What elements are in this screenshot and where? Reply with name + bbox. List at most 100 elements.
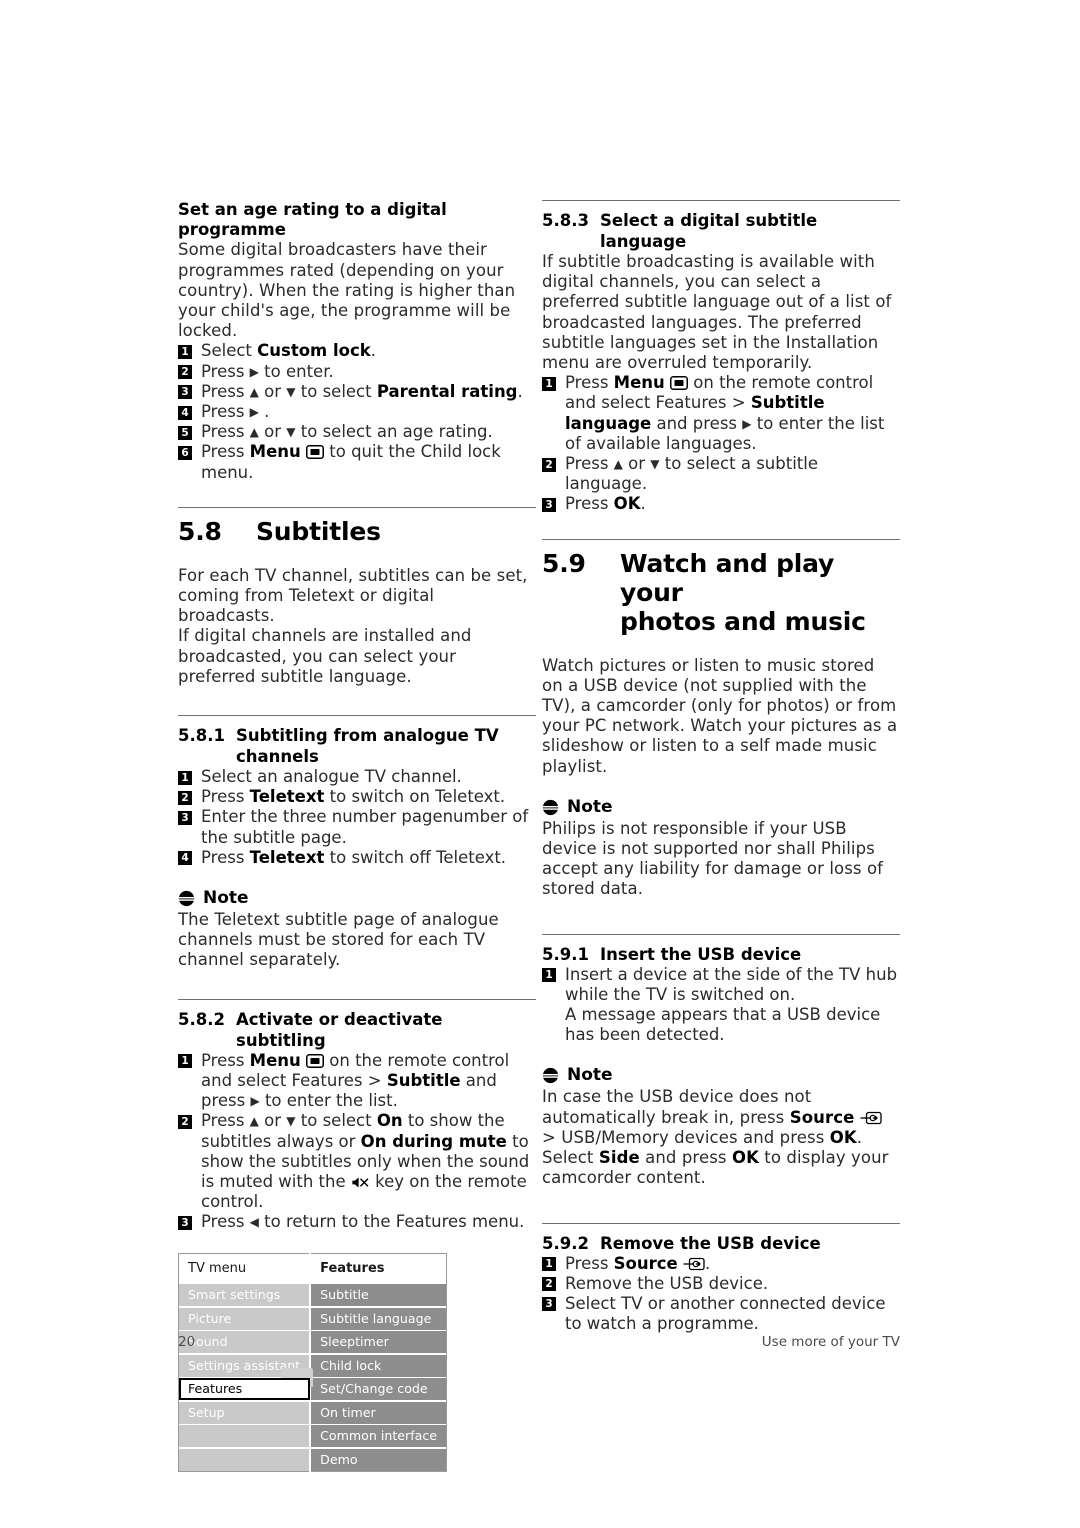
divider xyxy=(178,998,536,1000)
list-item: 1 Press Source . xyxy=(542,1254,900,1274)
list-item: 3 Press OK. xyxy=(542,494,900,514)
menu-item-common-interface[interactable]: Common interface xyxy=(310,1425,447,1448)
footer-chapter-label: Use more of your TV xyxy=(761,1334,900,1350)
step-number: 3 xyxy=(178,1215,192,1230)
menu-item-picture[interactable]: Picture xyxy=(178,1307,312,1330)
step-text-bold-ok: OK xyxy=(613,494,641,514)
list-item: 1 Insert a device at the side of the TV … xyxy=(542,965,900,1005)
step-number: 1 xyxy=(542,1257,556,1271)
section-59-heading: 5.9 Watch and play your photos and music xyxy=(542,549,900,636)
step-text: Press Teletext to switch on Teletext. xyxy=(201,787,536,807)
note-label: Note xyxy=(567,796,613,817)
step-text: Press ▶ to enter. xyxy=(201,362,536,382)
arrow-right-icon: ▶ xyxy=(249,405,259,420)
table-row[interactable]: Demo xyxy=(178,1448,447,1472)
source-icon xyxy=(683,1257,705,1270)
note-text: Philips is not responsible if your USB d… xyxy=(542,818,884,899)
tv-menu-table[interactable]: TV menu Features Smart settings Subtitle… xyxy=(178,1252,448,1472)
step-text-bold: Menu xyxy=(249,442,301,462)
step-text-pre: Select xyxy=(201,341,258,361)
step-text-pre: Press xyxy=(565,373,614,393)
step-text-bold-on: On xyxy=(376,1111,403,1131)
step-text-mid: or xyxy=(258,1111,287,1131)
step-text-pre: Press xyxy=(565,1253,614,1273)
step-number: 1 xyxy=(178,770,192,785)
step-text-bold: Teletext xyxy=(249,847,325,867)
menu-item-setup[interactable]: Setup xyxy=(178,1401,312,1424)
menu-item-features-selected[interactable]: Features xyxy=(178,1378,312,1401)
menu-item-set-change-code[interactable]: Set/Change code xyxy=(310,1378,447,1401)
table-row[interactable]: Common interface xyxy=(178,1425,447,1448)
step-text: Press Menu on the remote control and sel… xyxy=(201,1051,536,1112)
section-591-title: Insert the USB device xyxy=(600,944,802,964)
menu-item-subtitle[interactable]: Subtitle xyxy=(310,1284,447,1307)
step-text-pre: Press xyxy=(201,381,250,401)
list-item: 3 Press ▲ or ▼ to select Parental rating… xyxy=(178,382,536,402)
step-text-pre: Press xyxy=(201,422,250,442)
divider xyxy=(178,715,536,717)
step-text-post: . xyxy=(370,341,376,361)
list-item: 1 Select an analogue TV channel. xyxy=(178,767,536,787)
note-label: Note xyxy=(203,888,249,909)
menu-item-empty xyxy=(178,1425,312,1448)
table-row[interactable]: Picture Subtitle language xyxy=(178,1307,447,1330)
section-58-paragraph-2: If digital channels are installed and br… xyxy=(178,626,472,686)
step-text: Select TV or another connected device to… xyxy=(565,1293,886,1334)
source-icon xyxy=(860,1111,882,1124)
note-text-post: . xyxy=(856,1127,863,1147)
section-582-number: 5.8.2 xyxy=(178,1009,225,1029)
section-583-number: 5.8.3 xyxy=(542,211,589,230)
step-text: Remove the USB device. xyxy=(565,1273,769,1293)
step-text: Insert a device at the side of the TV hu… xyxy=(565,964,898,1004)
menu-item-on-timer[interactable]: On timer xyxy=(310,1401,447,1424)
arrow-right-icon: ▶ xyxy=(742,416,752,431)
step-text: Press Menu on the remote control and sel… xyxy=(565,373,900,454)
step-number: 1 xyxy=(178,344,192,359)
step-continuation-text: A message appears that a USB device has … xyxy=(565,1005,881,1045)
step-text-pre: Press xyxy=(201,1212,250,1232)
step-text-pre: Press xyxy=(201,1050,250,1070)
list-item: 1 Press Menu on the remote control and s… xyxy=(178,1051,536,1112)
step-text-bold-source: Source xyxy=(613,1253,678,1273)
step-text: Press ▲ or ▼ to select an age rating. xyxy=(201,422,536,442)
menu-item-empty xyxy=(178,1448,312,1472)
list-item: 3 Select TV or another connected device … xyxy=(542,1294,900,1334)
step-text-bold: Teletext xyxy=(249,787,325,807)
section-59-number: 5.9 xyxy=(542,548,586,578)
step-text-post: . xyxy=(517,381,523,401)
note-text-bold-ok: OK xyxy=(829,1127,857,1147)
menu-item-subtitle-language[interactable]: Subtitle language xyxy=(310,1307,447,1330)
age-rating-heading: Set an age rating to a digital programme xyxy=(178,200,447,240)
arrow-right-icon: ▶ xyxy=(249,364,259,379)
section-581-number: 5.8.1 xyxy=(178,726,225,746)
menu-item-smart-settings[interactable]: Smart settings xyxy=(178,1284,312,1307)
step-text-pre: Press xyxy=(201,847,250,867)
menu-item-child-lock[interactable]: Child lock xyxy=(310,1354,447,1377)
step-text: Press Source . xyxy=(565,1254,900,1274)
section-591-heading: 5.9.1 Insert the USB device xyxy=(542,944,900,965)
step-text-pre: Press xyxy=(201,361,250,381)
menu-icon xyxy=(306,1053,325,1068)
table-row[interactable]: Setup On timer xyxy=(178,1401,447,1424)
step-number: 1 xyxy=(542,968,556,983)
step-text-pre: Press xyxy=(201,1111,250,1131)
step-text-post: to enter the list. xyxy=(259,1091,398,1111)
list-item: 3 Enter the three number pagenumber of t… xyxy=(178,807,536,847)
section-592-steps: 1 Press Source . 2 Remove the USB device… xyxy=(542,1254,900,1335)
step-number: 2 xyxy=(542,1277,556,1292)
section-582-heading: 5.8.2 Activate or deactivate subtitling xyxy=(178,1009,536,1051)
step-text-mid2: to select xyxy=(295,1111,377,1131)
section-591-steps: 1 Insert a device at the side of the TV … xyxy=(542,965,900,1005)
section-583-paragraph: If subtitle broadcasting is available wi… xyxy=(542,252,892,373)
manual-page: Set an age rating to a digital programme… xyxy=(0,0,1080,1528)
step-text-pre: Press xyxy=(565,454,614,474)
table-row[interactable]: Smart settings Subtitle xyxy=(178,1284,447,1307)
divider xyxy=(542,933,900,935)
step-text-mid: or xyxy=(258,381,287,401)
list-item: 2 Press ▶ to enter. xyxy=(178,362,536,382)
age-rating-steps: 1 Select Custom lock. 2 Press ▶ to enter… xyxy=(178,341,536,482)
menu-item-demo[interactable]: Demo xyxy=(310,1448,447,1472)
step-text: Press ◀ to return to the Features menu. xyxy=(201,1212,536,1232)
section-591-number: 5.9.1 xyxy=(542,944,589,964)
note-icon xyxy=(542,799,559,816)
